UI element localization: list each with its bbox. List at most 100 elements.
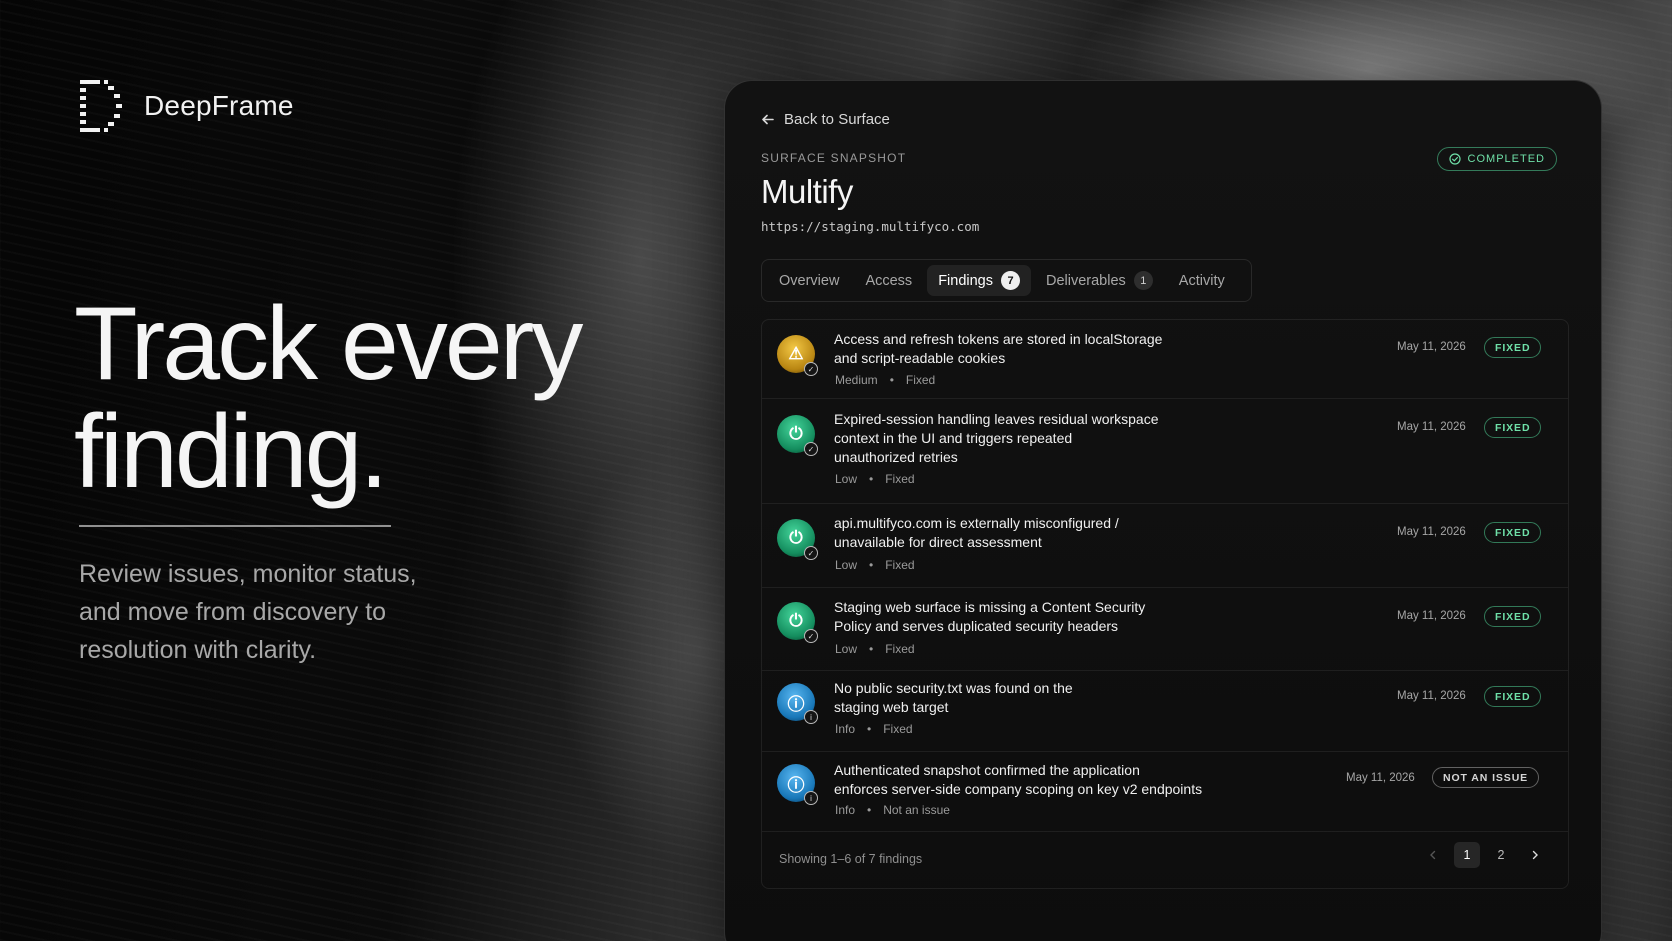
finding-title-line: Expired-session handling leaves residual… [834, 411, 1159, 427]
finding-title: Access and refresh tokens are stored in … [834, 330, 1162, 368]
severity-label: Info [835, 803, 856, 817]
tab-label: Deliverables [1046, 272, 1126, 289]
finding-title: Authenticated snapshot confirmed the app… [834, 761, 1202, 799]
finding-date: May 11, 2026 [1397, 341, 1466, 353]
state-label: Fixed [905, 373, 936, 387]
tab-label: Overview [779, 272, 840, 289]
finding-title-line: unavailable for direct assessment [834, 534, 1042, 550]
severity-label: Low [835, 472, 858, 486]
info-glyph: ⓘ [787, 694, 805, 714]
lock-glyph: ⏻ [789, 424, 803, 443]
finding-meta: Medium • Fixed [835, 373, 935, 387]
snapshot-panel: Back to Surface SURFACE SNAPSHOT COMPLET… [724, 80, 1602, 941]
finding-date: May 11, 2026 [1397, 690, 1466, 702]
finding-title: Expired-session handling leaves residual… [834, 410, 1159, 467]
state-label: Fixed [883, 722, 913, 736]
pagination: 1 2 [1420, 842, 1548, 868]
finding-status-badge: FIXED [1484, 522, 1542, 543]
tab-activity[interactable]: Activity [1168, 265, 1236, 296]
finding-title-line: Authenticated snapshot confirmed the app… [834, 762, 1140, 778]
prev-page-button[interactable] [1420, 842, 1446, 868]
tab-overview[interactable]: Overview [768, 265, 850, 296]
finding-title: No public security.txt was found on the … [834, 679, 1073, 717]
lock-icon: ⏻ ✓ [777, 519, 818, 560]
finding-title: api.multifyco.com is externally misconfi… [834, 514, 1119, 552]
finding-status-badge: FIXED [1484, 417, 1542, 438]
deepframe-logo-icon [80, 80, 122, 132]
finding-title-line: Access and refresh tokens are stored in … [834, 331, 1163, 347]
meta-separator: • [869, 472, 874, 486]
finding-title-line: context in the UI and triggers repeated [834, 430, 1073, 446]
info-glyph: ⓘ [787, 775, 805, 795]
finding-row[interactable]: ⏻ ✓ Expired-session handling leaves resid… [762, 399, 1568, 504]
status-sub-icon: ✓ [804, 362, 818, 376]
severity-label: Medium [835, 373, 878, 387]
finding-date: May 11, 2026 [1346, 772, 1415, 784]
finding-title-line: staging web target [834, 699, 949, 715]
finding-status-badge: FIXED [1484, 337, 1542, 358]
page-button-2[interactable]: 2 [1488, 842, 1514, 868]
hero-headline-line: Track every [74, 286, 583, 402]
tab-label: Activity [1178, 272, 1225, 289]
finding-title-line: Policy and serves duplicated security he… [834, 618, 1119, 634]
chevron-right-icon [1532, 850, 1538, 860]
finding-date: May 11, 2026 [1397, 610, 1466, 622]
tab-deliverables[interactable]: Deliverables 1 [1035, 265, 1164, 296]
finding-title-line: unauthorized retries [834, 449, 958, 465]
status-sub-icon: i [804, 791, 818, 805]
state-label: Not an issue [883, 803, 950, 817]
hero-subcopy: Review issues, monitor status, and move … [79, 555, 459, 669]
info-icon: ⓘ i [777, 764, 818, 805]
deliverables-count-badge: 1 [1133, 271, 1153, 290]
status-sub-icon: ✓ [804, 629, 818, 643]
info-icon: ⓘ i [777, 683, 818, 724]
findings-list: ⚠ ✓ Access and refresh tokens are stored … [761, 319, 1569, 889]
brand: DeepFrame [80, 80, 294, 132]
status-label: COMPLETED [1467, 153, 1545, 165]
tab-access[interactable]: Access [854, 265, 923, 296]
severity-label: Low [835, 642, 858, 656]
back-label: Back to Surface [784, 111, 890, 128]
meta-separator: • [867, 722, 872, 736]
tab-bar: Overview Access Findings 7 Deliverables … [761, 259, 1252, 302]
lock-icon: ⏻ ✓ [777, 602, 818, 643]
status-sub-icon: ✓ [804, 442, 818, 456]
tab-label: Findings [938, 272, 993, 289]
meta-separator: • [869, 642, 874, 656]
finding-row[interactable]: ⏻ ✓ Staging web surface is missing a Cont… [762, 588, 1568, 671]
lock-icon: ⏻ ✓ [777, 415, 818, 456]
finding-row[interactable]: ⚠ ✓ Access and refresh tokens are stored … [762, 320, 1568, 399]
hero-subcopy-line: resolution with clarity. [79, 636, 317, 664]
next-page-button[interactable] [1522, 842, 1548, 868]
meta-separator: • [889, 373, 894, 387]
finding-meta: Low • Fixed [835, 558, 915, 572]
check-circle-icon [1448, 153, 1461, 165]
finding-date: May 11, 2026 [1397, 421, 1466, 433]
finding-row[interactable]: ⓘ i No public security.txt was found on t… [762, 671, 1568, 752]
status-badge: COMPLETED [1436, 147, 1557, 171]
chevron-left-icon [1430, 850, 1436, 860]
hero-headline: Track every finding. [74, 286, 583, 506]
finding-status-badge: FIXED [1484, 606, 1542, 627]
finding-title-line: Staging web surface is missing a Content… [834, 599, 1146, 615]
finding-title-line: api.multifyco.com is externally misconfi… [834, 515, 1119, 531]
back-to-surface-link[interactable]: Back to Surface [761, 111, 890, 128]
section-eyebrow: SURFACE SNAPSHOT [761, 151, 907, 165]
target-url: https://staging.multifyco.com [761, 219, 980, 234]
brand-name: DeepFrame [144, 90, 294, 121]
page-button-1[interactable]: 1 [1454, 842, 1480, 868]
finding-row[interactable]: ⓘ i Authenticated snapshot confirmed the … [762, 752, 1568, 832]
finding-title-line: enforces server-side company scoping on … [834, 781, 1203, 797]
findings-count-badge: 7 [1001, 271, 1020, 290]
finding-meta: Low • Fixed [835, 472, 915, 486]
lock-glyph: ⏻ [789, 611, 803, 630]
severity-label: Info [835, 722, 856, 736]
finding-row[interactable]: ⏻ ✓ api.multifyco.com is externally misco… [762, 504, 1568, 588]
tab-findings[interactable]: Findings 7 [927, 265, 1031, 296]
warning-glyph: ⚠ [788, 344, 804, 363]
status-sub-icon: i [804, 710, 818, 724]
finding-title: Staging web surface is missing a Content… [834, 598, 1145, 636]
finding-title-line: No public security.txt was found on the [834, 680, 1073, 696]
finding-meta: Info • Fixed [835, 722, 913, 736]
finding-title-line: and script-readable cookies [834, 350, 1006, 366]
